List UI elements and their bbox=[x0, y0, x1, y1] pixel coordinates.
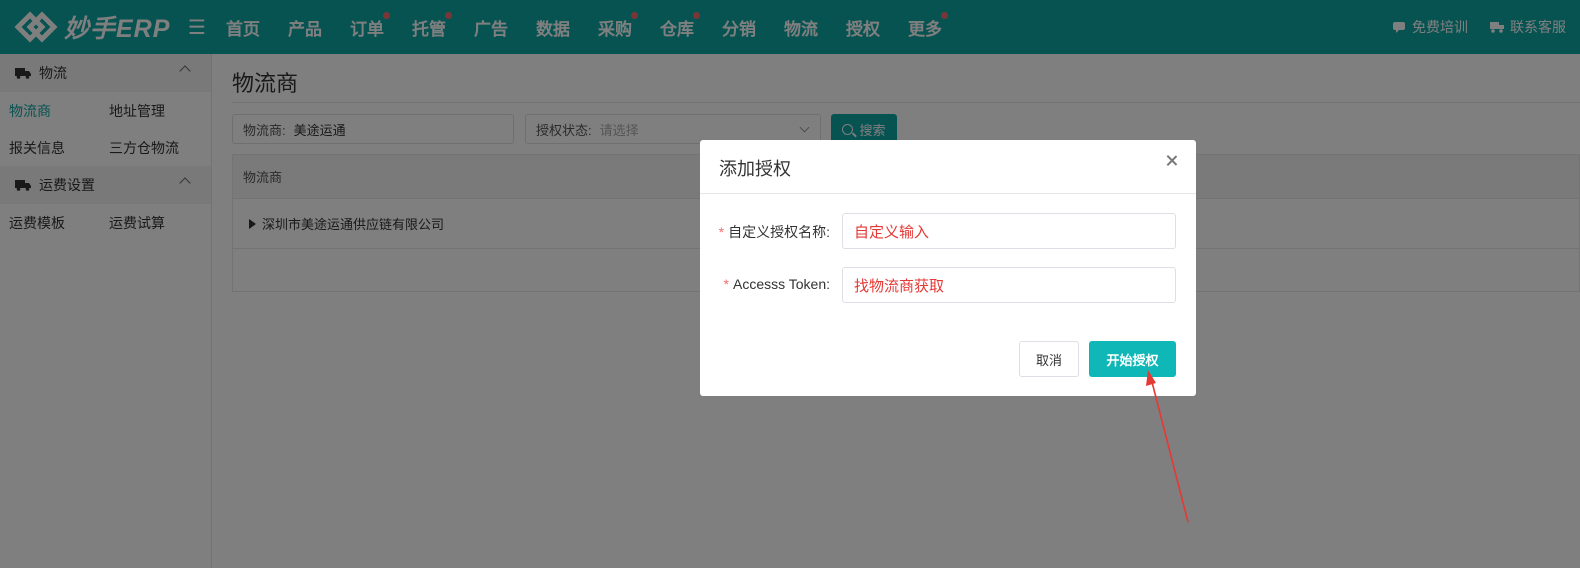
divider bbox=[700, 193, 1196, 194]
auth-name-label: * 自定义授权名称: bbox=[718, 224, 830, 240]
dialog-title: 添加授权 bbox=[719, 159, 791, 179]
access-token-input[interactable]: 找物流商获取 bbox=[842, 267, 1176, 303]
cancel-button[interactable]: 取消 bbox=[1019, 341, 1079, 377]
close-icon[interactable] bbox=[1164, 153, 1180, 169]
start-authorization-button[interactable]: 开始授权 bbox=[1089, 341, 1176, 377]
access-token-label: * Accesss Token: bbox=[723, 276, 830, 292]
add-authorization-dialog: 添加授权 * 自定义授权名称: 自定义输入 * Accesss Token: 找物流… bbox=[700, 140, 1196, 396]
required-mark: * bbox=[723, 276, 729, 292]
required-mark: * bbox=[718, 224, 725, 240]
auth-name-input[interactable]: 自定义输入 bbox=[842, 213, 1176, 249]
